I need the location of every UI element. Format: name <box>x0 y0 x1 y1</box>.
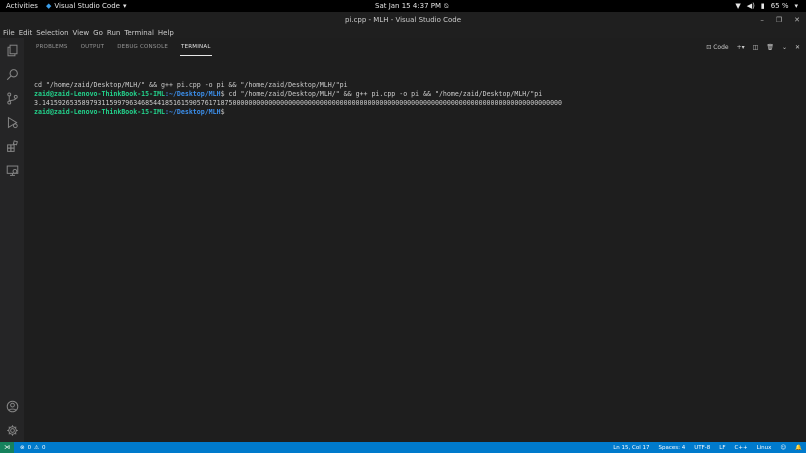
end-of-line[interactable]: LF <box>719 445 725 451</box>
activities-button[interactable]: Activities <box>6 2 40 10</box>
system-tray[interactable]: ▼ ◀) ▮ 65 % ▾ <box>735 2 798 10</box>
account-icon[interactable] <box>4 398 20 414</box>
terminal-selector[interactable]: ⊡ Code <box>706 44 728 51</box>
language-mode[interactable]: C++ <box>735 445 748 451</box>
menu-bar: File Edit Selection View Go Run Terminal… <box>0 28 806 38</box>
prompt-user: zaid@zaid-Lenovo-ThinkBook-15-IML <box>34 90 166 98</box>
kill-terminal-trash-icon[interactable]: 🗑 <box>766 44 774 51</box>
terminal-icon: ⊡ <box>706 43 712 51</box>
search-icon[interactable] <box>4 66 20 82</box>
settings-gear-icon[interactable] <box>4 422 20 438</box>
prompt-path: :~/Desktop/MLH <box>165 90 221 98</box>
terminal-panel: PROBLEMS OUTPUT DEBUG CONSOLE TERMINAL ⊡… <box>24 38 806 442</box>
activity-bar <box>0 38 24 442</box>
status-bar: ⋊ ⊗ 0 ⚠ 0 Ln 15, Col 17 Spaces: 4 UTF-8 … <box>0 442 806 453</box>
menu-view[interactable]: View <box>73 29 90 37</box>
terminal-line: zaid@zaid-Lenovo-ThinkBook-15-IML:~/Desk… <box>34 108 804 117</box>
tab-output[interactable]: OUTPUT <box>80 38 106 56</box>
prompt-symbol: $ <box>220 108 225 116</box>
encoding[interactable]: UTF-8 <box>694 445 710 451</box>
clock[interactable]: Sat Jan 15 4:37 PM ⍉ <box>375 2 448 10</box>
close-panel-icon[interactable]: ✕ <box>795 44 800 51</box>
terminal-line: zaid@zaid-Lenovo-ThinkBook-15-IML:~/Desk… <box>34 90 804 99</box>
warning-count: 0 <box>42 444 46 451</box>
battery-level: 65 % <box>770 2 789 10</box>
remote-indicator-icon[interactable]: ⋊ <box>0 442 14 453</box>
menu-selection[interactable]: Selection <box>36 29 68 37</box>
app-name: Visual Studio Code <box>54 2 120 10</box>
menu-go[interactable]: Go <box>93 29 103 37</box>
notifications-muted-icon: ⍉ <box>444 1 449 10</box>
menu-file[interactable]: File <box>3 29 15 37</box>
menu-run[interactable]: Run <box>107 29 120 37</box>
split-terminal-icon[interactable]: ◫ <box>753 44 759 51</box>
power-menu-icon: ▾ <box>794 1 798 10</box>
terminal-program-output: 3.14159265358979311599796346854418516159… <box>34 99 562 107</box>
system-top-bar: Activities ◆ Visual Studio Code ▾ Sat Ja… <box>0 0 806 12</box>
terminal-line: cd "/home/zaid/Desktop/MLH/" && g++ pi.c… <box>34 81 348 89</box>
menu-terminal[interactable]: Terminal <box>124 29 154 37</box>
window-title: pi.cpp - MLH - Visual Studio Code <box>344 16 462 24</box>
panel-actions: ⊡ Code +▾ ◫ 🗑 ⌄ ✕ <box>706 38 800 56</box>
os-indicator[interactable]: Linux <box>757 445 772 451</box>
app-menu[interactable]: ◆ Visual Studio Code ▾ <box>46 2 126 10</box>
extensions-icon[interactable] <box>4 138 20 154</box>
menu-edit[interactable]: Edit <box>19 29 33 37</box>
tab-terminal[interactable]: TERMINAL <box>180 38 212 56</box>
prompt-path: :~/Desktop/MLH <box>165 108 221 116</box>
terminal-name: Code <box>713 43 729 51</box>
wifi-icon: ▼ <box>735 1 741 10</box>
maximize-panel-chevron-icon[interactable]: ⌄ <box>782 44 787 51</box>
explorer-icon[interactable] <box>4 42 20 58</box>
prompt-user: zaid@zaid-Lenovo-ThinkBook-15-IML <box>34 108 166 116</box>
volume-icon: ◀) <box>746 1 755 10</box>
restore-icon[interactable]: ❐ <box>776 16 782 24</box>
window-title-bar[interactable]: pi.cpp - MLH - Visual Studio Code – ❐ ✕ <box>0 12 806 28</box>
terminal-command: cd "/home/zaid/Desktop/MLH/" && g++ pi.c… <box>224 90 543 98</box>
vscode-icon: ◆ <box>46 1 52 10</box>
menu-help[interactable]: Help <box>158 29 174 37</box>
notifications-bell-icon[interactable]: 🔔 <box>795 445 802 451</box>
panel-tabs: PROBLEMS OUTPUT DEBUG CONSOLE TERMINAL <box>24 38 806 56</box>
error-icon: ⊗ <box>20 444 25 451</box>
warning-icon: ⚠ <box>34 444 40 451</box>
run-debug-icon[interactable] <box>4 114 20 130</box>
error-count: 0 <box>27 444 32 451</box>
problems-status[interactable]: ⊗ 0 ⚠ 0 <box>20 445 46 451</box>
cursor-position[interactable]: Ln 15, Col 17 <box>613 445 649 451</box>
new-terminal-icon[interactable]: +▾ <box>737 44 745 51</box>
tab-debug-console[interactable]: DEBUG CONSOLE <box>116 38 169 56</box>
tab-problems[interactable]: PROBLEMS <box>35 38 69 56</box>
battery-icon: ▮ <box>760 1 765 10</box>
status-bar-right: Ln 15, Col 17 Spaces: 4 UTF-8 LF C++ Lin… <box>613 442 802 453</box>
feedback-icon[interactable]: ☺ <box>780 445 786 451</box>
terminal-output[interactable]: cd "/home/zaid/Desktop/MLH/" && g++ pi.c… <box>34 81 804 117</box>
indentation[interactable]: Spaces: 4 <box>659 445 686 451</box>
chevron-down-icon: ▾ <box>122 1 127 10</box>
remote-explorer-icon[interactable] <box>4 162 20 178</box>
clock-text: Sat Jan 15 4:37 PM <box>375 2 442 10</box>
close-icon[interactable]: ✕ <box>794 16 800 24</box>
minimize-icon[interactable]: – <box>760 16 764 24</box>
source-control-icon[interactable] <box>4 90 20 106</box>
window-controls: – ❐ ✕ <box>760 12 800 28</box>
